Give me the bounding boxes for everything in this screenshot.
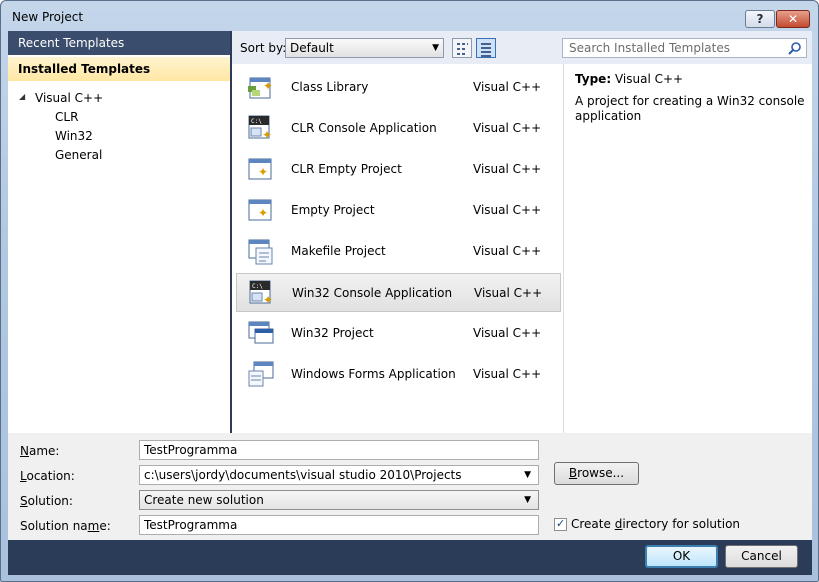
empty-project-icon: ✦ bbox=[248, 199, 272, 221]
chevron-down-icon: ▼ bbox=[524, 495, 531, 505]
console-app-icon: C:\ ✦ bbox=[249, 280, 273, 307]
template-row-class-library[interactable]: ✦ Class Library Visual C++ bbox=[236, 68, 561, 107]
tree-expand-icon[interactable]: ◢ bbox=[19, 92, 25, 101]
browse-button[interactable]: Browse... bbox=[554, 462, 639, 485]
empty-project-icon: ✦ bbox=[248, 158, 272, 180]
template-description-pane: Type: Visual C++ A project for creating … bbox=[563, 64, 812, 433]
solution-label-rest: olution: bbox=[27, 494, 73, 508]
template-name: Windows Forms Application bbox=[291, 367, 456, 381]
template-name: Empty Project bbox=[291, 203, 375, 217]
close-button[interactable]: ✕ bbox=[776, 10, 810, 28]
template-row-empty-project[interactable]: ✦ Empty Project Visual C++ bbox=[236, 191, 561, 230]
search-placeholder: Search Installed Templates bbox=[569, 41, 730, 55]
location-value: c:\users\jordy\documents\visual studio 2… bbox=[144, 468, 462, 482]
makefile-project-icon bbox=[248, 239, 273, 265]
chevron-down-icon: ▼ bbox=[432, 43, 439, 53]
template-language: Visual C++ bbox=[473, 162, 542, 176]
list-view-button[interactable] bbox=[476, 38, 496, 58]
search-icon[interactable] bbox=[788, 41, 802, 55]
template-name: Win32 Project bbox=[291, 326, 374, 340]
template-row-clr-empty[interactable]: ✦ CLR Empty Project Visual C++ bbox=[236, 150, 561, 189]
solution-value: Create new solution bbox=[144, 493, 264, 507]
svg-text:✦: ✦ bbox=[262, 128, 272, 142]
name-input[interactable]: TestProgramma bbox=[139, 440, 539, 460]
template-language: Visual C++ bbox=[473, 121, 542, 135]
type-value: Visual C++ bbox=[614, 72, 684, 86]
sort-by-select[interactable]: Default ▼ bbox=[285, 38, 444, 58]
template-language: Visual C++ bbox=[473, 80, 542, 94]
new-project-dialog: New Project ? ✕ Recent Templates Install… bbox=[0, 0, 819, 582]
help-button[interactable]: ? bbox=[745, 10, 775, 28]
browse-label-rest: rowse... bbox=[577, 466, 625, 480]
location-label: Location: bbox=[20, 469, 75, 483]
solution-name-label-start: Solution na bbox=[20, 519, 88, 533]
template-row-clr-console[interactable]: C:\ ✦ CLR Console Application Visual C++ bbox=[236, 109, 561, 148]
name-label-rest: ame: bbox=[28, 444, 60, 458]
sort-by-label: Sort by: bbox=[240, 41, 287, 55]
template-name: Makefile Project bbox=[291, 244, 386, 258]
dialog-client: Recent Templates Installed Templates ◢ V… bbox=[8, 31, 812, 575]
svg-text:✦: ✦ bbox=[258, 206, 268, 220]
name-label: Name: bbox=[20, 444, 60, 458]
template-name: CLR Console Application bbox=[291, 121, 437, 135]
location-combobox[interactable]: c:\users\jordy\documents\visual studio 2… bbox=[139, 465, 539, 485]
solution-label: Solution: bbox=[20, 494, 73, 508]
template-description: A project for creating a Win32 console a… bbox=[575, 94, 805, 123]
svg-text:✦: ✦ bbox=[263, 293, 273, 307]
template-language: Visual C++ bbox=[473, 203, 542, 217]
class-library-icon: ✦ bbox=[248, 77, 273, 99]
title-bar[interactable]: New Project ? ✕ bbox=[1, 1, 818, 31]
template-row-windows-forms[interactable]: Windows Forms Application Visual C++ bbox=[236, 355, 561, 394]
svg-text:C:\: C:\ bbox=[251, 118, 262, 125]
template-row-makefile[interactable]: Makefile Project Visual C++ bbox=[236, 232, 561, 271]
template-language: Visual C++ bbox=[473, 326, 542, 340]
tree-item-win32[interactable]: Win32 bbox=[55, 127, 93, 145]
solution-name-label-end: e: bbox=[99, 519, 111, 533]
window-title: New Project bbox=[12, 10, 84, 24]
cancel-button[interactable]: Cancel bbox=[725, 545, 798, 568]
template-categories-pane: Recent Templates Installed Templates ◢ V… bbox=[8, 31, 230, 433]
svg-text:C:\: C:\ bbox=[252, 283, 263, 290]
windows-forms-icon bbox=[248, 361, 274, 387]
win32-project-icon bbox=[248, 321, 274, 344]
templates-toolbar: Sort by: Default ▼ Search Installed Temp… bbox=[232, 31, 812, 64]
create-directory-checkbox[interactable] bbox=[554, 517, 567, 531]
tree-item-visual-cpp[interactable]: Visual C++ bbox=[35, 89, 103, 107]
template-row-win32-console[interactable]: C:\ ✦ Win32 Console Application Visual C… bbox=[236, 273, 561, 312]
svg-text:✦: ✦ bbox=[258, 165, 268, 179]
ok-button[interactable]: OK bbox=[645, 545, 718, 568]
template-row-win32-project[interactable]: Win32 Project Visual C++ bbox=[236, 314, 561, 353]
template-list: ✦ Class Library Visual C++ C:\ ✦ CLR Con… bbox=[232, 64, 563, 433]
chevron-down-icon[interactable]: ▼ bbox=[524, 466, 531, 484]
template-language: Visual C++ bbox=[473, 244, 542, 258]
search-templates-input[interactable]: Search Installed Templates bbox=[562, 38, 807, 58]
template-language: Visual C++ bbox=[474, 286, 543, 300]
type-label: Type: bbox=[575, 72, 612, 86]
template-name: Class Library bbox=[291, 80, 369, 94]
solution-select[interactable]: Create new solution ▼ bbox=[139, 490, 539, 510]
solution-name-label: Solution name: bbox=[20, 519, 111, 533]
solution-name-input[interactable]: TestProgramma bbox=[139, 515, 539, 535]
template-name: Win32 Console Application bbox=[292, 286, 453, 300]
project-details-form: Name: TestProgramma Location: c:\users\j… bbox=[8, 433, 812, 540]
tree-item-clr[interactable]: CLR bbox=[55, 108, 78, 126]
recent-templates-header[interactable]: Recent Templates bbox=[8, 31, 230, 55]
template-type: Type: Visual C++ bbox=[575, 72, 683, 86]
installed-templates-header[interactable]: Installed Templates bbox=[8, 57, 230, 81]
template-language: Visual C++ bbox=[473, 367, 542, 381]
location-label-rest: ocation: bbox=[26, 469, 75, 483]
tree-item-general[interactable]: General bbox=[55, 146, 102, 164]
create-directory-label: Create directory for solution bbox=[571, 517, 741, 531]
small-icons-view-button[interactable] bbox=[452, 38, 472, 58]
sort-by-value: Default bbox=[290, 41, 334, 55]
svg-text:✦: ✦ bbox=[263, 79, 273, 93]
template-name: CLR Empty Project bbox=[291, 162, 402, 176]
console-app-icon: C:\ ✦ bbox=[248, 115, 272, 142]
